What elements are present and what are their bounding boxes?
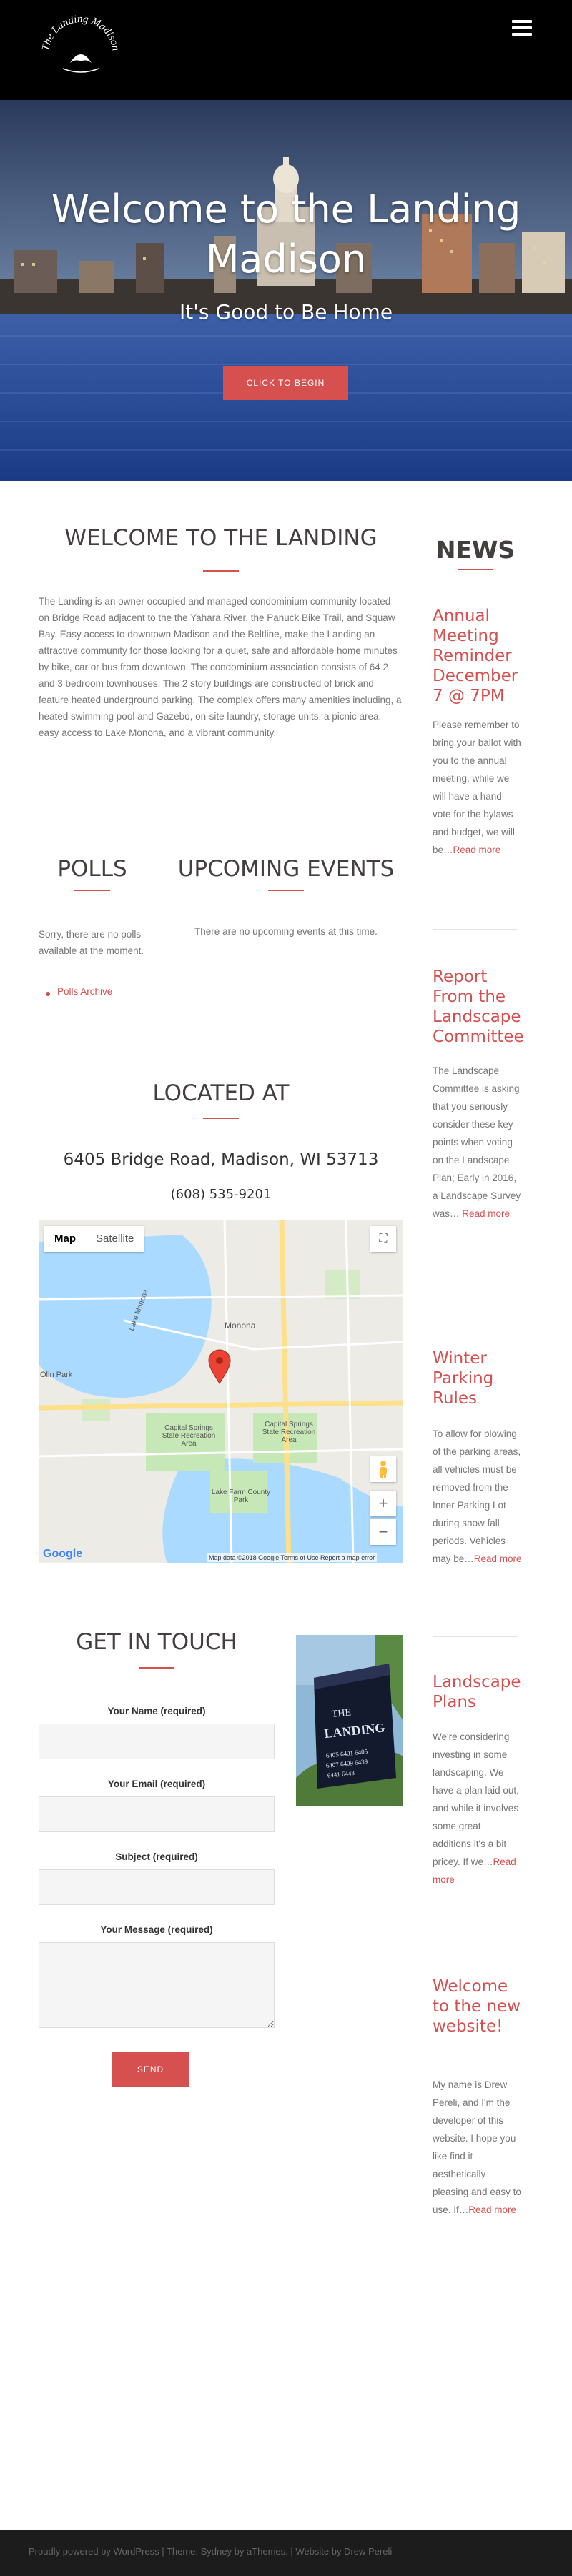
map-label-park-2: Capital Springs State Recreation Area xyxy=(262,1421,316,1444)
news-post-title[interactable]: Winter Parking Rules xyxy=(433,1348,529,1408)
contact-title: GET IN TOUCH xyxy=(76,1629,237,1655)
footer-credits: Proudly powered by WordPress | Theme: Sy… xyxy=(29,2546,392,2557)
site-header: The Landing Madison xyxy=(0,0,572,100)
bullet-icon xyxy=(46,992,50,996)
news-title: NEWS xyxy=(435,536,516,564)
footer-separator: | xyxy=(287,2546,296,2557)
news-separator xyxy=(433,1636,518,1637)
developer-link[interactable]: Website by Drew Pereli xyxy=(295,2546,392,2557)
news-post-title[interactable]: Landscape Plans xyxy=(433,1672,529,1712)
zoom-in-button[interactable]: + xyxy=(370,1491,396,1516)
news-post-excerpt: My name is Drew Pereli, and I'm the deve… xyxy=(433,2079,521,2215)
news-post-title[interactable]: Welcome to the new website! xyxy=(433,1976,529,2037)
subject-label: Subject (required) xyxy=(115,1851,198,1862)
zoom-out-button[interactable]: − xyxy=(370,1519,396,1545)
hero-banner: Welcome to the Landing Madison It's Good… xyxy=(0,100,572,481)
hero-background-image xyxy=(0,100,572,481)
news-post-excerpt: We're considering investing in some land… xyxy=(433,1731,519,1885)
svg-text:The Landing Madison: The Landing Madison xyxy=(40,14,122,52)
map-attribution[interactable]: Map data ©2018 Google Terms of Use Repor… xyxy=(207,1553,378,1562)
polls-message: Sorry, there are no polls available at t… xyxy=(39,929,144,956)
news-separator xyxy=(433,929,518,930)
hero-subtitle: It's Good to Be Home xyxy=(179,300,393,324)
subject-field[interactable] xyxy=(39,1869,275,1905)
site-logo[interactable]: The Landing Madison xyxy=(34,11,127,90)
read-more-link[interactable]: Read more xyxy=(474,1553,522,1564)
landing-sign-image: THE LANDING 6405 6401 6405 6407 6409 643… xyxy=(296,1635,403,1806)
welcome-title: WELCOME TO THE LANDING xyxy=(64,525,378,551)
events-title: UPCOMING EVENTS xyxy=(177,856,395,882)
news-post-title[interactable]: Report From the Landscape Committee xyxy=(433,967,529,1047)
send-button[interactable]: SEND xyxy=(112,2052,189,2087)
read-more-link[interactable]: Read more xyxy=(468,2204,516,2215)
site-footer: Proudly powered by WordPress | Theme: Sy… xyxy=(0,2530,572,2576)
footer-separator: | xyxy=(159,2546,167,2557)
click-to-begin-button[interactable]: CLICK TO BEGIN xyxy=(223,366,348,400)
location-title: LOCATED AT xyxy=(152,1080,290,1106)
map-label-olin-park: Olin Park xyxy=(40,1371,73,1379)
polls-title: POLLS xyxy=(57,856,127,882)
embedded-map[interactable]: Lake Monona Monona Olin Park Capital Spr… xyxy=(39,1220,403,1563)
events-title-underline xyxy=(268,890,304,891)
map-label-monona: Monona xyxy=(225,1321,256,1331)
message-label: Your Message (required) xyxy=(100,1924,213,1935)
pegman-icon[interactable] xyxy=(370,1456,396,1482)
read-more-link[interactable]: Read more xyxy=(453,845,501,855)
news-post-excerpt: Please remember to bring your ballot wit… xyxy=(433,720,521,855)
contact-title-underline xyxy=(139,1667,174,1669)
hamburger-menu-icon[interactable] xyxy=(512,20,532,37)
location-phone: (608) 535-9201 xyxy=(170,1187,272,1202)
location-title-underline xyxy=(203,1118,239,1119)
events-message: There are no upcoming events at this tim… xyxy=(194,926,378,937)
email-label: Your Email (required) xyxy=(107,1779,206,1789)
news-post-excerpt: To allow for plowing of the parking area… xyxy=(433,1428,522,1564)
email-field[interactable] xyxy=(39,1796,275,1832)
hero-title: Welcome to the Landing Madison xyxy=(51,187,521,282)
news-post-title[interactable]: Annual Meeting Reminder December 7 @ 7PM xyxy=(433,606,529,706)
polls-title-underline xyxy=(74,890,110,891)
map-type-tabs: Map Satellite xyxy=(44,1226,144,1252)
map-label-park-1: Capital Springs State Recreation Area xyxy=(162,1424,216,1448)
message-field[interactable] xyxy=(39,1942,275,2028)
google-logo: Google xyxy=(43,1548,83,1560)
welcome-title-underline xyxy=(203,570,239,572)
polls-archive-link[interactable]: Polls Archive xyxy=(57,986,112,997)
wordpress-link[interactable]: Proudly powered by WordPress xyxy=(29,2546,159,2557)
name-label: Your Name (required) xyxy=(107,1706,206,1716)
theme-link[interactable]: Theme: Sydney by aThemes. xyxy=(167,2546,288,2557)
map-tiles[interactable] xyxy=(39,1220,403,1563)
read-more-link[interactable]: Read more xyxy=(462,1208,510,1219)
welcome-body: The Landing is an owner occupied and man… xyxy=(39,596,402,738)
svg-text:THE: THE xyxy=(331,1707,352,1720)
news-title-underline xyxy=(458,569,493,570)
name-field[interactable] xyxy=(39,1724,275,1759)
fullscreen-icon[interactable]: ⛶ xyxy=(370,1226,396,1252)
map-label-park-3: Lake Farm County Park xyxy=(211,1488,271,1504)
map-tab-map[interactable]: Map xyxy=(44,1226,86,1252)
location-address: 6405 Bridge Road, Madison, WI 53713 xyxy=(63,1150,379,1169)
map-tab-satellite[interactable]: Satellite xyxy=(86,1226,144,1252)
news-post-excerpt: The Landscape Committee is asking that y… xyxy=(433,1065,521,1219)
